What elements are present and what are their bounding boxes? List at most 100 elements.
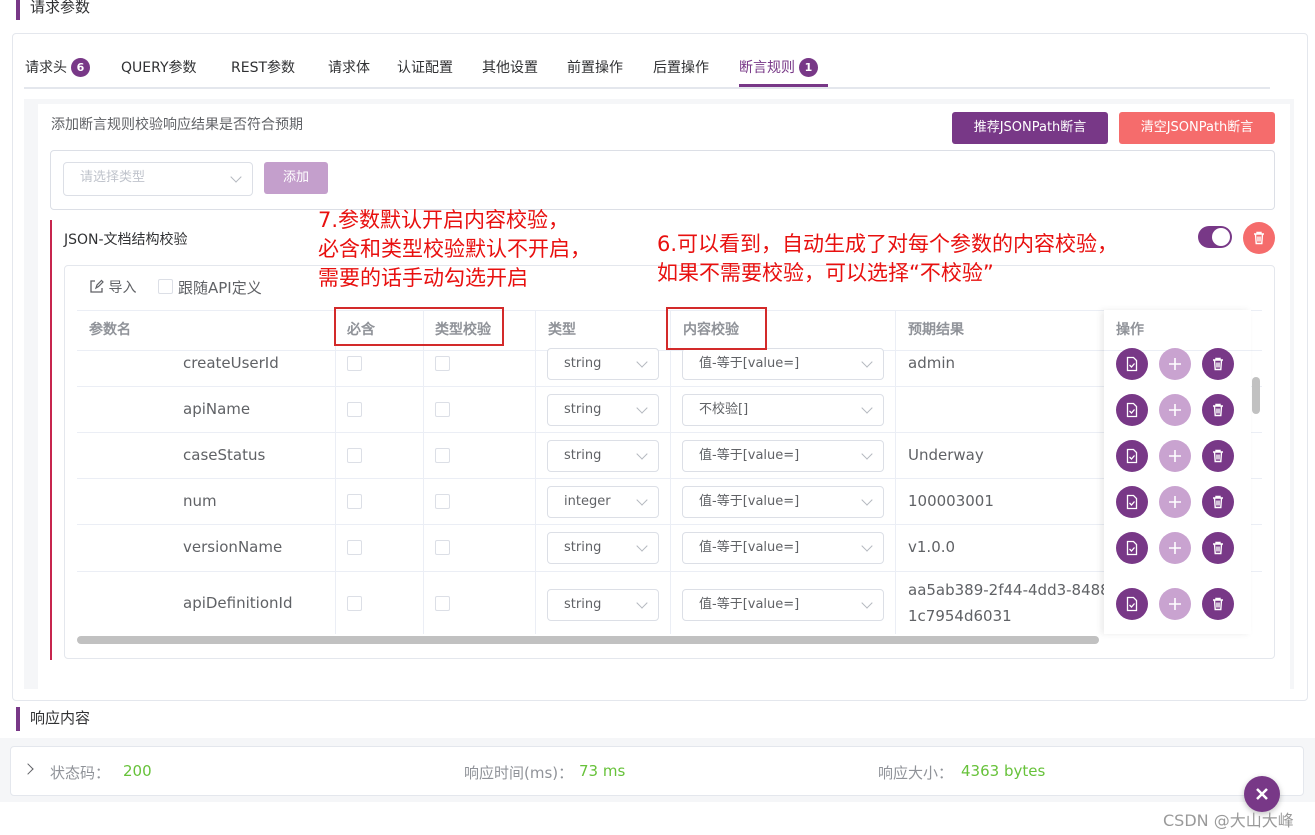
tab-query[interactable]: QUERY参数 bbox=[121, 57, 197, 87]
trash-icon bbox=[1213, 357, 1223, 371]
content-check-select[interactable]: 值-等于[value=] bbox=[682, 486, 884, 518]
col-header-param-name: 参数名 bbox=[89, 322, 131, 338]
assertion-type-select[interactable]: 请选择类型 bbox=[63, 162, 253, 196]
import-label: 导入 bbox=[108, 280, 137, 296]
chevron-down-icon bbox=[636, 356, 648, 368]
edit-icon bbox=[90, 279, 104, 293]
type-select[interactable]: string bbox=[547, 532, 659, 564]
edit-row-button[interactable] bbox=[1116, 348, 1148, 380]
chevron-down-icon bbox=[861, 494, 873, 506]
plus-icon bbox=[1169, 598, 1181, 610]
note-line: 需要的话手动勾选开启 bbox=[318, 266, 528, 290]
annotation-box-content-check bbox=[666, 307, 767, 350]
edit-row-button[interactable] bbox=[1116, 486, 1148, 518]
assertion-description: 添加断言规则校验响应结果是否符合预期 bbox=[51, 117, 303, 133]
vertical-scrollbar-thumb[interactable] bbox=[1252, 377, 1260, 414]
add-child-button[interactable] bbox=[1159, 532, 1191, 564]
edit-row-button[interactable] bbox=[1116, 532, 1148, 564]
tab-label: 请求头 bbox=[25, 60, 67, 76]
type-check-checkbox[interactable] bbox=[435, 494, 450, 509]
type-check-checkbox[interactable] bbox=[435, 540, 450, 555]
col-sep bbox=[335, 310, 336, 634]
document-check-icon bbox=[1126, 494, 1138, 510]
select-placeholder: 请选择类型 bbox=[80, 170, 146, 185]
select-value: string bbox=[564, 402, 602, 417]
block-left-border bbox=[50, 220, 52, 660]
chevron-down-icon bbox=[636, 540, 648, 552]
toggle-knob bbox=[1212, 228, 1230, 246]
edit-row-button[interactable] bbox=[1116, 588, 1148, 620]
content-check-select[interactable]: 值-等于[value=] bbox=[682, 589, 884, 621]
response-card bbox=[10, 746, 1304, 796]
add-child-button[interactable] bbox=[1159, 486, 1191, 518]
delete-row-button[interactable] bbox=[1202, 588, 1234, 620]
tab-pre-ops[interactable]: 前置操作 bbox=[567, 57, 623, 87]
type-check-checkbox[interactable] bbox=[435, 596, 450, 611]
expected-value: admin bbox=[908, 354, 955, 372]
chevron-down-icon bbox=[636, 448, 648, 460]
content-check-select[interactable]: 值-等于[value=] bbox=[682, 532, 884, 564]
follow-api-checkbox[interactable] bbox=[158, 279, 173, 294]
type-check-checkbox[interactable] bbox=[435, 448, 450, 463]
tab-label: 断言规则 bbox=[739, 60, 795, 76]
tabs-divider bbox=[24, 87, 1270, 89]
tab-other-settings[interactable]: 其他设置 bbox=[482, 57, 538, 87]
required-checkbox[interactable] bbox=[347, 356, 362, 371]
tab-headers[interactable]: 请求头 6 bbox=[25, 57, 90, 87]
add-child-button[interactable] bbox=[1159, 588, 1191, 620]
type-check-checkbox[interactable] bbox=[435, 402, 450, 417]
content-check-select[interactable]: 不校验[] bbox=[682, 394, 884, 426]
response-time-value: 73 ms bbox=[579, 762, 626, 780]
param-name: apiName bbox=[183, 400, 251, 418]
tab-rest[interactable]: REST参数 bbox=[231, 57, 295, 87]
clear-jsonpath-button[interactable]: 清空JSONPath断言 bbox=[1119, 112, 1275, 144]
required-checkbox[interactable] bbox=[347, 448, 362, 463]
add-child-button[interactable] bbox=[1159, 348, 1191, 380]
enable-toggle[interactable] bbox=[1198, 226, 1232, 248]
content-check-select[interactable]: 值-等于[value=] bbox=[682, 440, 884, 472]
chevron-down-icon bbox=[861, 402, 873, 414]
required-checkbox[interactable] bbox=[347, 494, 362, 509]
select-value: 值-等于[value=] bbox=[699, 448, 800, 463]
status-value: 200 bbox=[123, 762, 152, 780]
delete-row-button[interactable] bbox=[1202, 486, 1234, 518]
delete-row-button[interactable] bbox=[1202, 394, 1234, 426]
delete-row-button[interactable] bbox=[1202, 532, 1234, 564]
type-check-checkbox[interactable] bbox=[435, 356, 450, 371]
type-select[interactable]: string bbox=[547, 348, 659, 380]
import-link[interactable]: 导入 bbox=[89, 277, 136, 297]
delete-block-button[interactable] bbox=[1243, 222, 1275, 254]
select-value: 不校验[] bbox=[699, 402, 749, 417]
delete-row-button[interactable] bbox=[1202, 348, 1234, 380]
content-check-select[interactable]: 值-等于[value=] bbox=[682, 348, 884, 380]
tab-body[interactable]: 请求体 bbox=[328, 57, 370, 87]
horizontal-scrollbar-thumb[interactable] bbox=[77, 636, 1099, 644]
required-checkbox[interactable] bbox=[347, 596, 362, 611]
required-checkbox[interactable] bbox=[347, 540, 362, 555]
trash-icon bbox=[1213, 541, 1223, 555]
tab-badge: 6 bbox=[71, 58, 90, 77]
tab-badge: 1 bbox=[799, 58, 818, 77]
add-button[interactable]: 添加 bbox=[264, 162, 328, 194]
type-select[interactable]: integer bbox=[547, 486, 659, 518]
response-time-label: 响应时间(ms)： bbox=[464, 764, 574, 782]
type-select[interactable]: string bbox=[547, 440, 659, 472]
recommend-jsonpath-button[interactable]: 推荐JSONPath断言 bbox=[952, 112, 1108, 144]
edit-row-button[interactable] bbox=[1116, 440, 1148, 472]
type-select[interactable]: string bbox=[547, 589, 659, 621]
required-checkbox[interactable] bbox=[347, 402, 362, 417]
chevron-down-icon bbox=[636, 402, 648, 414]
add-child-button[interactable] bbox=[1159, 394, 1191, 426]
delete-row-button[interactable] bbox=[1202, 440, 1234, 472]
expected-value-line1: aa5ab389-2f44-4dd3-8488-3 bbox=[908, 581, 1105, 599]
type-select[interactable]: string bbox=[547, 394, 659, 426]
tab-post-ops[interactable]: 后置操作 bbox=[653, 57, 709, 87]
tab-assertions[interactable]: 断言规则 1 bbox=[739, 57, 828, 87]
edit-row-button[interactable] bbox=[1116, 394, 1148, 426]
row-sep bbox=[77, 524, 1262, 525]
add-child-button[interactable] bbox=[1159, 440, 1191, 472]
chevron-down-icon bbox=[636, 494, 648, 506]
response-title: 响应内容 bbox=[16, 707, 90, 731]
tab-auth[interactable]: 认证配置 bbox=[397, 57, 453, 87]
row-sep bbox=[77, 478, 1262, 479]
